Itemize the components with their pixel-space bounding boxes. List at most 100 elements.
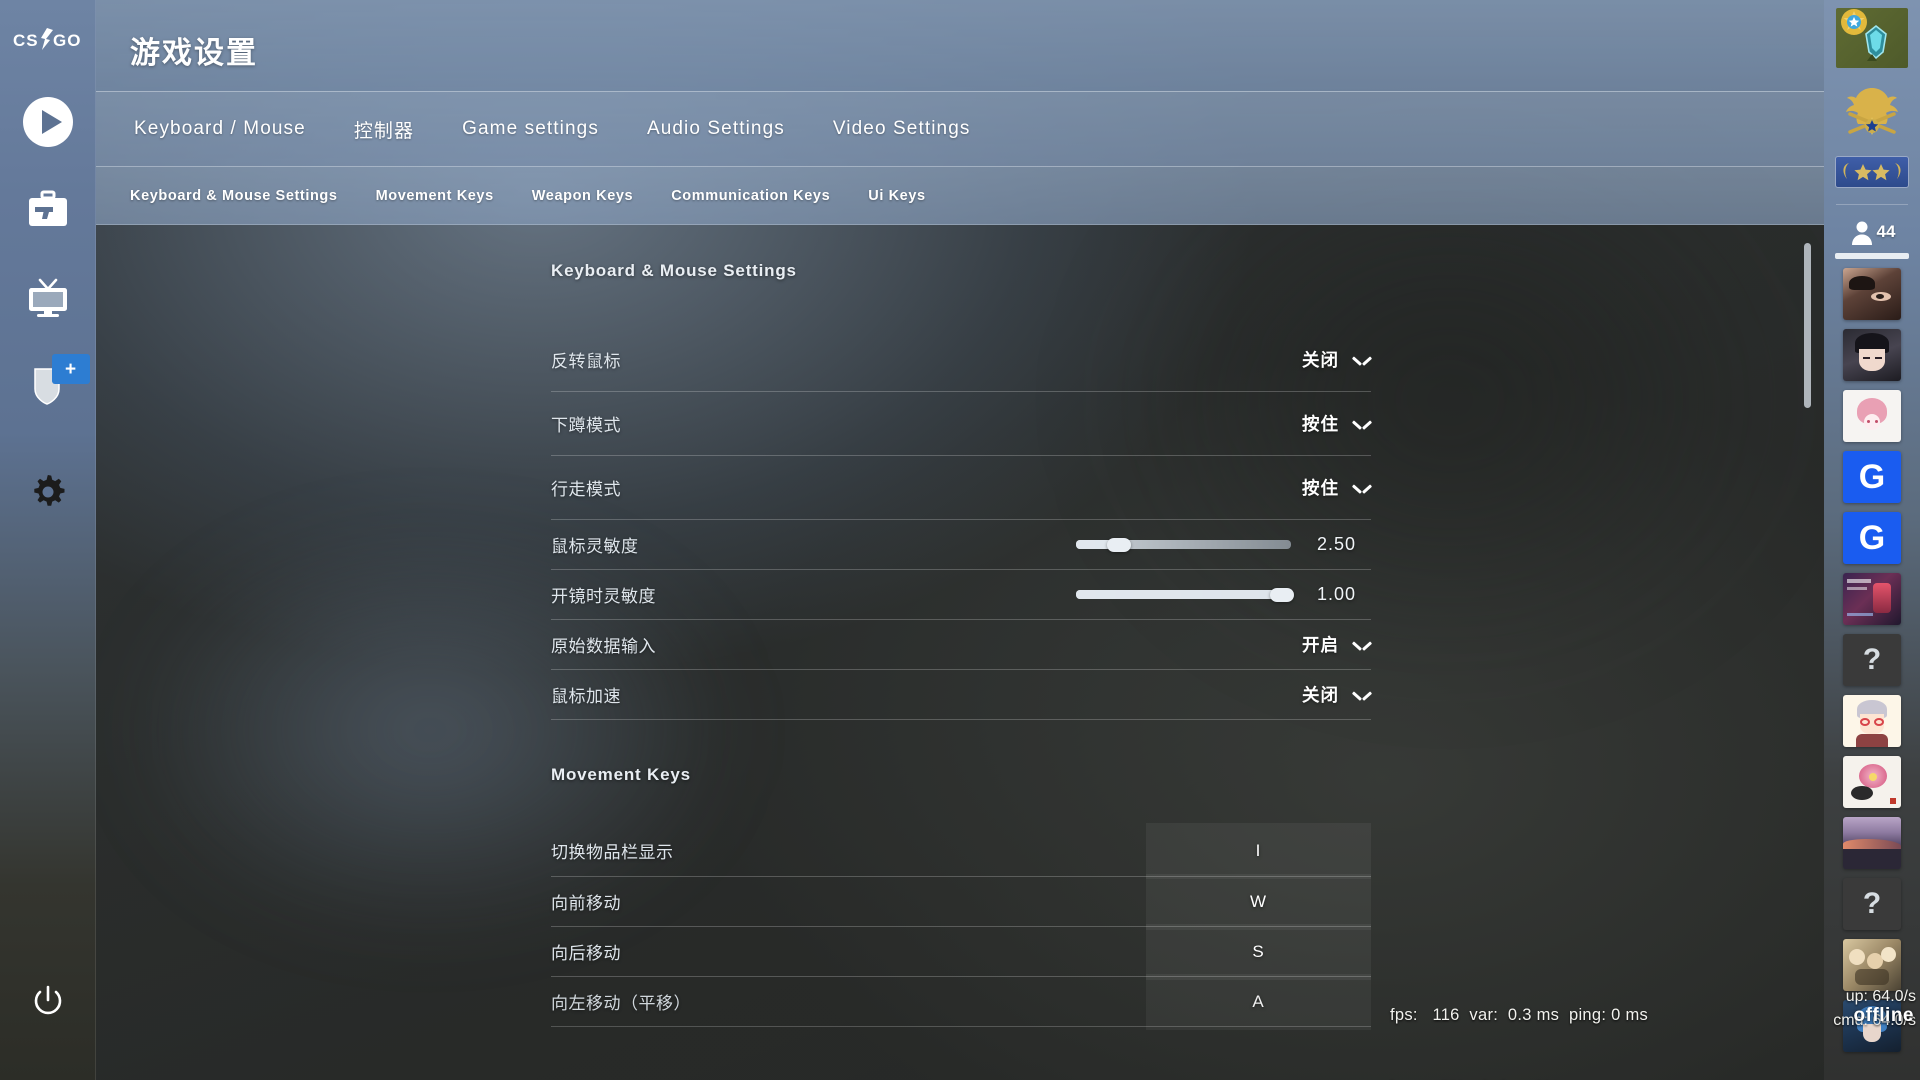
avatar[interactable]: G (1843, 512, 1901, 564)
settings-content: Keyboard & Mouse Settings 反转鼠标 关闭 下蹲模式 按… (96, 225, 1824, 1080)
secondary-tab-bar: Keyboard & Mouse Settings Movement Keys … (96, 167, 1824, 225)
keybind-row-move-left[interactable]: 向左移动（平移） A (551, 973, 1371, 1030)
shield-plus-badge[interactable]: + (51, 354, 90, 384)
section-title-keyboard-mouse: Keyboard & Mouse Settings (551, 261, 797, 280)
slider-value: 1.00 (1317, 584, 1357, 604)
eagle-rank-badge[interactable] (1834, 84, 1910, 142)
setting-label: 下蹲模式 (551, 416, 621, 435)
dropdown-value: 按住 (1302, 414, 1339, 434)
subtab-movement-keys[interactable]: Movement Keys (376, 188, 494, 204)
setting-control[interactable]: 关闭 (1302, 682, 1371, 707)
tab-keyboard-mouse[interactable]: Keyboard / Mouse (130, 112, 310, 146)
keybind-value[interactable]: W (1146, 873, 1371, 930)
setting-control[interactable]: 按住 (1302, 475, 1371, 500)
setting-row-mouse-acceleration[interactable]: 鼠标加速 关闭 (551, 670, 1371, 720)
power-icon[interactable] (0, 958, 96, 1046)
avatar[interactable] (1843, 756, 1901, 808)
setting-row-invert-mouse[interactable]: 反转鼠标 关闭 (551, 328, 1371, 392)
setting-label: 鼠标加速 (551, 687, 621, 706)
slider-value: 2.50 (1317, 534, 1357, 554)
setting-control[interactable]: 1.00 (1076, 584, 1371, 605)
avatar[interactable] (1843, 939, 1901, 991)
csgo-logo: CS GO (0, 26, 96, 52)
avatar[interactable]: ? (1843, 878, 1901, 930)
subtab-communication-keys[interactable]: Communication Keys (671, 188, 830, 204)
play-icon[interactable] (0, 78, 96, 166)
keybind-value[interactable]: I (1146, 822, 1371, 879)
mouse-sensitivity-slider[interactable] (1076, 537, 1291, 552)
avatar[interactable] (1843, 817, 1901, 869)
setting-label: 原始数据输入 (551, 637, 656, 656)
tab-video-settings[interactable]: Video Settings (829, 112, 975, 146)
keybind-row-toggle-inventory[interactable]: 切换物品栏显示 I (551, 822, 1371, 879)
subtab-keyboard-mouse-settings[interactable]: Keyboard & Mouse Settings (130, 188, 338, 204)
shield-icon[interactable]: + (0, 342, 96, 430)
scrollbar-thumb[interactable] (1804, 243, 1811, 408)
avatar[interactable] (1843, 695, 1901, 747)
watch-icon[interactable] (0, 254, 96, 342)
setting-control[interactable]: 按住 (1302, 411, 1371, 436)
svg-text:GO: GO (53, 31, 81, 50)
setting-label: 向左移动（平移） (551, 994, 691, 1013)
slider-knob[interactable] (1270, 587, 1295, 602)
tab-audio-settings[interactable]: Audio Settings (643, 112, 789, 146)
badge-stars-wrap (1824, 142, 1920, 188)
setting-label: 切换物品栏显示 (551, 843, 674, 862)
chevron-down-icon[interactable] (1353, 418, 1371, 429)
keybind-value[interactable]: A (1146, 973, 1371, 1030)
dropdown-value: 按住 (1302, 478, 1339, 498)
avatar-letter: G (1858, 457, 1886, 496)
dropdown-value: 关闭 (1302, 350, 1339, 370)
avatar[interactable] (1843, 390, 1901, 442)
tab-game-settings[interactable]: Game settings (458, 112, 603, 146)
avatar[interactable] (1843, 573, 1901, 625)
chevron-down-icon[interactable] (1353, 639, 1371, 650)
avatar[interactable] (1843, 329, 1901, 381)
offline-status-label: offline (1853, 1005, 1914, 1026)
tab-controller[interactable]: 控制器 (350, 110, 418, 149)
person-icon (1851, 221, 1872, 245)
two-star-badge[interactable] (1835, 156, 1909, 188)
setting-row-walk-mode[interactable]: 行走模式 按住 (551, 456, 1371, 520)
setting-control[interactable]: 开启 (1302, 632, 1371, 657)
badge-service-medal-wrap (1824, 0, 1920, 68)
keybind-row-move-back[interactable]: 向后移动 S (551, 923, 1371, 980)
friends-count-row[interactable]: 44 (1824, 219, 1920, 245)
subtab-ui-keys[interactable]: Ui Keys (868, 188, 925, 204)
dropdown-value: 关闭 (1302, 685, 1339, 705)
avatar[interactable]: ? (1843, 634, 1901, 686)
avatar[interactable]: G (1843, 451, 1901, 503)
steam-friends-rail: 44 G G ? ? (1824, 0, 1920, 1080)
setting-control[interactable]: I (1146, 822, 1371, 879)
chevron-down-icon[interactable] (1353, 482, 1371, 493)
avatar-letter: G (1858, 518, 1886, 557)
dropdown-value: 开启 (1302, 635, 1339, 655)
setting-control[interactable]: A (1146, 973, 1371, 1030)
netgraph-line-fps: fps: 116 var: 0.3 ms ping: 0 ms (1390, 1006, 1649, 1024)
service-medal-badge[interactable] (1836, 8, 1908, 68)
keybind-row-move-forward[interactable]: 向前移动 W (551, 873, 1371, 930)
chevron-down-icon[interactable] (1353, 354, 1371, 365)
zoom-sensitivity-slider[interactable] (1076, 587, 1295, 602)
setting-row-raw-input[interactable]: 原始数据输入 开启 (551, 620, 1371, 670)
keybind-value[interactable]: S (1146, 923, 1371, 980)
setting-row-mouse-sensitivity[interactable]: 鼠标灵敏度 2.50 (551, 520, 1371, 570)
content-scrollbar[interactable] (1804, 243, 1811, 1033)
net-graph-overlay: fps: 116 var: 0.3 ms ping: 0 ms loss: 0%… (1390, 955, 1742, 1080)
setting-row-crouch-mode[interactable]: 下蹲模式 按住 (551, 392, 1371, 456)
setting-control[interactable]: 关闭 (1302, 347, 1371, 372)
settings-icon[interactable] (0, 448, 96, 536)
setting-row-zoom-sensitivity[interactable]: 开镜时灵敏度 1.00 (551, 570, 1371, 620)
setting-label: 反转鼠标 (551, 352, 621, 371)
avatar[interactable] (1843, 268, 1901, 320)
setting-control[interactable]: S (1146, 923, 1371, 980)
svg-text:CS: CS (13, 31, 39, 50)
subtab-weapon-keys[interactable]: Weapon Keys (532, 188, 633, 204)
setting-control[interactable]: 2.50 (1076, 534, 1371, 555)
chevron-down-icon[interactable] (1353, 689, 1371, 700)
setting-control[interactable]: W (1146, 873, 1371, 930)
left-navigation-rail: CS GO + (0, 0, 96, 1080)
inventory-icon[interactable] (0, 166, 96, 254)
netgraph-line-loss: loss: 0% choke: 0% (1390, 1075, 1742, 1080)
slider-knob[interactable] (1107, 537, 1131, 552)
